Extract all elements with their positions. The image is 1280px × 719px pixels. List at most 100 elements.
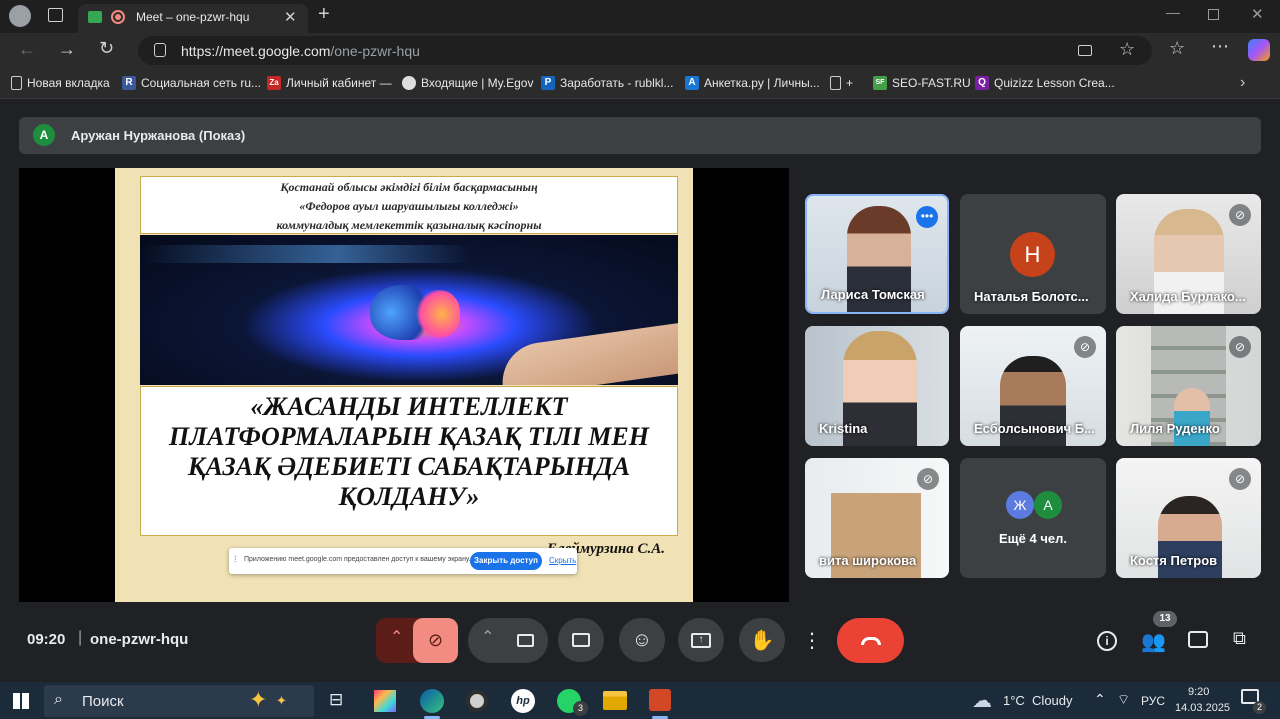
participant-name: Лариса Томская bbox=[821, 287, 925, 302]
powerpoint-app-icon[interactable] bbox=[649, 689, 671, 711]
close-window-icon[interactable]: ✕ bbox=[1251, 5, 1264, 23]
bookmarks-more-chevron-icon[interactable]: › bbox=[1240, 74, 1245, 92]
chat-button[interactable] bbox=[1188, 631, 1208, 648]
windows-start-icon[interactable] bbox=[13, 693, 29, 709]
url-host: https://meet.google.com bbox=[181, 43, 331, 59]
participant-tile[interactable]: Kristina bbox=[805, 326, 949, 446]
mic-off-icon: ⊘ bbox=[427, 630, 444, 650]
hide-notice-link[interactable]: Скрыть bbox=[549, 556, 576, 565]
meeting-info-button[interactable]: i bbox=[1097, 631, 1117, 651]
favorites-icon[interactable]: ☆ bbox=[1169, 38, 1185, 59]
task-view-icon[interactable]: ⊟ bbox=[329, 690, 343, 710]
participant-tile[interactable]: ⊘ Халида Бурлако... bbox=[1116, 194, 1261, 314]
captions-icon bbox=[572, 633, 590, 647]
reload-icon[interactable]: ↻ bbox=[99, 38, 114, 59]
page-icon bbox=[11, 76, 22, 90]
participant-tile[interactable]: ⊘ Костя Петров bbox=[1116, 458, 1261, 578]
mic-off-icon: ⊘ bbox=[1229, 468, 1251, 490]
store-app-icon[interactable] bbox=[374, 690, 396, 712]
more-options-button[interactable]: ⋮ bbox=[796, 618, 828, 662]
camera-toggle-button[interactable] bbox=[503, 618, 548, 663]
media-app-icon[interactable] bbox=[466, 690, 488, 712]
more-menu-icon[interactable]: ⋯ bbox=[1211, 36, 1229, 57]
participants-button[interactable]: 👥 bbox=[1141, 629, 1166, 654]
back-icon[interactable]: ← bbox=[18, 39, 36, 60]
wifi-icon[interactable]: ⌔ bbox=[1117, 691, 1130, 709]
participant-name: Костя Петров bbox=[1130, 553, 1218, 568]
participant-avatar: Ж bbox=[1006, 491, 1034, 519]
bookmark-item[interactable]: A Анкетка.ру | Личны... bbox=[685, 76, 820, 90]
participant-tile[interactable]: ••• Лариса Томская bbox=[805, 194, 949, 314]
minimize-icon[interactable]: — bbox=[1166, 4, 1180, 20]
mic-off-icon: ⊘ bbox=[917, 468, 939, 490]
emoji-reactions-button[interactable]: ☺ bbox=[619, 618, 665, 662]
mic-off-icon: ⊘ bbox=[1074, 336, 1096, 358]
tray-date[interactable]: 14.03.2025 bbox=[1175, 702, 1230, 714]
stop-sharing-button[interactable]: Закрыть доступ bbox=[470, 552, 542, 570]
slide-header-box: Қостанай облысы әкімдігі білім басқармас… bbox=[140, 176, 678, 234]
leave-call-button[interactable] bbox=[837, 618, 904, 663]
forward-icon[interactable]: → bbox=[58, 39, 76, 60]
url-field[interactable]: https://meet.google.com/one-pzwr-hqu ☆ bbox=[138, 36, 1152, 65]
participant-tile[interactable]: ⊘ вита широкова bbox=[805, 458, 949, 578]
chevron-up-icon[interactable]: ⌃ bbox=[481, 627, 494, 647]
close-tab-icon[interactable]: ✕ bbox=[284, 8, 297, 26]
screen-share-notice: ⁞ Приложению meet.google.com предоставле… bbox=[229, 548, 577, 574]
hp-app-icon[interactable]: hp bbox=[511, 689, 535, 713]
browser-tab-bar: Meet – one-pzwr-hqu ✕ + — ✕ bbox=[0, 0, 1280, 33]
new-tab-icon[interactable]: + bbox=[318, 3, 330, 26]
participant-tile[interactable]: ⊘ Есболсынович Б... bbox=[960, 326, 1106, 446]
mic-off-icon: ⊘ bbox=[1229, 336, 1251, 358]
tab-meet[interactable]: Meet – one-pzwr-hqu ✕ bbox=[78, 4, 308, 33]
bookmark-item[interactable]: R Социальная сеть ru... bbox=[122, 76, 261, 90]
bookmark-item[interactable]: P Заработать - rublkl... bbox=[541, 76, 673, 90]
tab-actions-icon[interactable] bbox=[48, 8, 63, 22]
favorite-star-icon[interactable]: ☆ bbox=[1119, 39, 1135, 60]
bookmark-item[interactable]: SF SEO-FAST.RU bbox=[873, 76, 971, 90]
participant-name: Халида Бурлако... bbox=[1130, 289, 1246, 304]
captions-button[interactable] bbox=[558, 618, 604, 662]
present-screen-button[interactable]: ↑ bbox=[678, 618, 724, 662]
tray-chevron-icon[interactable]: ⌃ bbox=[1094, 691, 1106, 708]
profile-avatar[interactable] bbox=[9, 5, 31, 27]
hand-icon: ✋ bbox=[749, 629, 775, 652]
bookmark-favicon: R bbox=[122, 76, 136, 90]
edge-app-icon[interactable] bbox=[420, 689, 444, 713]
taskbar-search[interactable]: ⌕ Поиск ✦ ✦ bbox=[44, 685, 314, 717]
file-explorer-icon[interactable] bbox=[603, 691, 627, 710]
page-icon bbox=[830, 76, 841, 90]
mic-toggle-button[interactable]: ⊘ bbox=[413, 618, 458, 663]
screen-share-text: Приложению meet.google.com предоставлен … bbox=[244, 556, 471, 563]
slide-header-line: «Федоров ауыл шаруашылығы колледжі» bbox=[299, 199, 519, 213]
meeting-separator: | bbox=[78, 629, 83, 646]
bookmark-item[interactable]: Za Личный кабинет — bbox=[267, 76, 392, 90]
participant-tile[interactable]: Н Наталья Болотс... bbox=[960, 194, 1106, 314]
tray-time[interactable]: 9:20 bbox=[1188, 686, 1209, 698]
bookmark-item[interactable]: + bbox=[830, 76, 853, 90]
participant-name: вита широкова bbox=[819, 553, 917, 568]
participant-avatar: Н bbox=[1010, 232, 1055, 277]
slide-header-line: Қостанай облысы әкімдігі білім басқармас… bbox=[280, 180, 538, 194]
more-participants-tile[interactable]: Ж А Ещё 4 чел. bbox=[960, 458, 1106, 578]
chevron-up-icon[interactable]: ⌃ bbox=[390, 627, 403, 647]
restore-icon[interactable] bbox=[1208, 9, 1219, 20]
bookmark-item[interactable]: Новая вкладка bbox=[11, 76, 110, 90]
bookmark-item[interactable]: Q Quizizz Lesson Crea... bbox=[975, 76, 1115, 90]
weather-text[interactable]: 1°C Cloudy bbox=[1003, 693, 1073, 708]
recording-icon bbox=[111, 10, 125, 24]
site-info-icon[interactable] bbox=[154, 43, 166, 57]
camera-icon bbox=[517, 634, 534, 647]
raise-hand-button[interactable]: ✋ bbox=[739, 618, 785, 662]
tile-more-options-button[interactable]: ••• bbox=[916, 206, 938, 228]
bookmark-item[interactable]: Входящие | My.Egov bbox=[402, 76, 533, 90]
people-icon: 👥 bbox=[1141, 631, 1166, 653]
activities-button[interactable]: ⧉ bbox=[1233, 628, 1246, 649]
slide-title-line: ҚАЗАҚ ӘДЕБИЕТІ САБАҚТАРЫНДА bbox=[187, 452, 631, 481]
drag-handle-icon[interactable]: ⁞ bbox=[234, 554, 237, 564]
presenter-label: Аружан Нуржанова (Показ) bbox=[71, 128, 246, 143]
copilot-icon[interactable] bbox=[1248, 39, 1270, 61]
language-indicator[interactable]: РУС bbox=[1141, 694, 1165, 708]
camera-in-use-icon[interactable] bbox=[1078, 45, 1092, 56]
slide-title-line: «ЖАСАНДЫ ИНТЕЛЛЕКТ bbox=[250, 392, 568, 421]
participant-tile[interactable]: ⊘ Лиля Руденко bbox=[1116, 326, 1261, 446]
